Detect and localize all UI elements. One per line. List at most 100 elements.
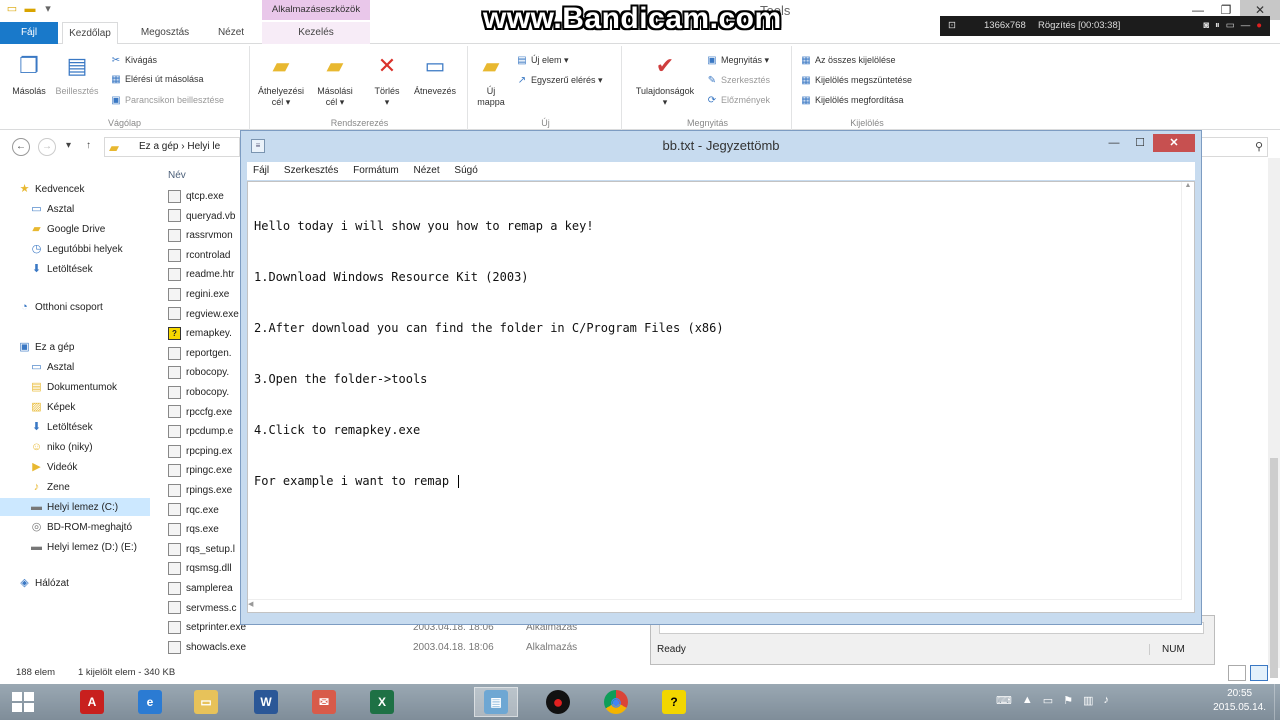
start-button[interactable]: [12, 692, 34, 712]
bandicam-minimize-icon[interactable]: —: [1241, 16, 1251, 36]
sidebar-item-helyi-lemez-d-e[interactable]: ▬ Helyi lemez (D:) (E:): [30, 538, 137, 556]
large-icons-view-icon[interactable]: [1250, 665, 1268, 681]
taskbar-app-bandicam[interactable]: ●: [536, 687, 580, 717]
battery-icon[interactable]: ▭: [1043, 694, 1053, 707]
explorer-vertical-scrollbar[interactable]: [1268, 158, 1280, 678]
taskbar-app-acrobat[interactable]: A: [70, 687, 114, 717]
taskbar-app-remapkey[interactable]: ?: [652, 687, 696, 717]
select-all-button[interactable]: ▦ Az összes kijelölése: [800, 52, 895, 68]
sidebar-item-otthoni-csoport[interactable]: ◔ Otthoni csoport: [18, 298, 103, 316]
easy-access-button[interactable]: ↗ Egyszerű elérés ▾: [516, 72, 603, 88]
camera-icon[interactable]: ⊡: [948, 16, 956, 36]
search-input[interactable]: ⚲: [1198, 137, 1268, 157]
taskbar-app-internet-explorer[interactable]: e: [128, 687, 172, 717]
edit-button[interactable]: ✎ Szerkesztés: [706, 72, 770, 88]
select-none-button[interactable]: ▦ Kijelölés megszüntetése: [800, 72, 912, 88]
invert-selection-button[interactable]: ▦ Kijelölés megfordítása: [800, 92, 903, 108]
tray-expand-icon[interactable]: ▲: [1022, 694, 1033, 707]
sidebar-item-asztal[interactable]: ▭ Asztal: [30, 358, 74, 376]
menu-format[interactable]: Formátum: [347, 162, 405, 180]
tab-home[interactable]: Kezdőlap: [62, 22, 118, 45]
qat-dropdown-icon[interactable]: ▾: [42, 2, 54, 16]
scrollbar-thumb[interactable]: [1270, 458, 1278, 678]
tab-manage[interactable]: Kezelés: [262, 22, 370, 44]
breadcrumb[interactable]: ▰ Ez a gép › Helyi le: [104, 137, 240, 157]
taskbar-app-chrome[interactable]: ◉: [594, 687, 638, 717]
menu-edit[interactable]: Szerkesztés: [278, 162, 344, 180]
delete-button[interactable]: ✕ Törlés ▾: [362, 50, 412, 108]
rename-button[interactable]: ▭ Átnevezés: [410, 50, 460, 97]
tab-file[interactable]: Fájl: [0, 22, 58, 44]
paste-button[interactable]: ▤ Beillesztés: [52, 50, 102, 97]
sidebar-item-hálózat[interactable]: ◈ Hálózat: [18, 574, 69, 592]
column-header-name[interactable]: Név: [168, 170, 186, 181]
pause-icon[interactable]: ⏸: [1215, 16, 1220, 36]
sidebar-item-asztal[interactable]: ▭ Asztal: [30, 200, 74, 218]
move-to-button[interactable]: ▰ Áthelyezési cél ▾: [256, 50, 306, 108]
properties-icon[interactable]: ▭: [6, 2, 18, 16]
copy-to-button[interactable]: ▰ Másolási cél ▾: [310, 50, 360, 108]
screenshot-icon[interactable]: ◙: [1203, 16, 1209, 36]
paste-shortcut-button[interactable]: ▣ Parancsikon beillesztése: [110, 92, 224, 108]
sidebar-item-letöltések[interactable]: ⬇ Letöltések: [30, 260, 93, 278]
sidebar-item-dokumentumok[interactable]: ▤ Dokumentumok: [30, 378, 117, 396]
sidebar-item-bd-rom-meghajtó[interactable]: ◎ BD-ROM-meghajtó: [30, 518, 132, 536]
disc-icon: ◎: [31, 521, 42, 533]
details-view-icon[interactable]: [1228, 665, 1246, 681]
taskbar-app-notepad[interactable]: ▤: [474, 687, 518, 717]
new-folder-icon[interactable]: ▬: [24, 2, 36, 16]
notepad-close-icon[interactable]: ✕: [1153, 134, 1195, 152]
breadcrumb-this-pc[interactable]: Ez a gép: [139, 141, 178, 152]
keyboard-icon[interactable]: ⌨: [996, 694, 1012, 707]
breadcrumb-local-disk[interactable]: Helyi le: [187, 141, 220, 152]
up-arrow-icon[interactable]: ↑: [86, 140, 91, 151]
sidebar-item-letöltések[interactable]: ⬇ Letöltések: [30, 418, 93, 436]
tab-share[interactable]: Megosztás: [132, 22, 198, 44]
taskbar-app-word[interactable]: W: [244, 687, 288, 717]
sidebar-item-zene[interactable]: ♪ Zene: [30, 478, 70, 496]
network-icon[interactable]: ▥: [1083, 694, 1093, 707]
record-icon[interactable]: ●: [1256, 16, 1262, 36]
recent-dropdown-icon[interactable]: ▾: [66, 140, 71, 151]
scroll-up-icon[interactable]: ▲: [1185, 182, 1192, 189]
properties-button[interactable]: ✔ Tulajdonságok ▾: [626, 50, 704, 108]
notepad-vertical-scrollbar[interactable]: ▲: [1181, 182, 1194, 600]
taskbar-app-mail[interactable]: ✉: [302, 687, 346, 717]
sidebar-item-niko-niky[interactable]: ☺ niko (niky): [30, 438, 93, 456]
taskbar-app-excel[interactable]: X: [360, 687, 404, 717]
sidebar-item-google-drive[interactable]: ▰ Google Drive: [30, 220, 105, 238]
folder-icon[interactable]: ▭: [1226, 16, 1235, 36]
scroll-left-icon[interactable]: ◀: [248, 601, 253, 608]
clock[interactable]: 20:55 2015.05.14.: [1213, 687, 1266, 715]
show-desktop-button[interactable]: [1274, 684, 1280, 720]
flag-icon[interactable]: ⚑: [1063, 694, 1073, 707]
volume-icon[interactable]: ♪: [1103, 694, 1109, 707]
menu-view[interactable]: Nézet: [408, 162, 446, 180]
sidebar-item-kedvencek[interactable]: ★ Kedvencek: [18, 180, 85, 198]
notepad-content[interactable]: Hello today i will show you how to remap…: [254, 184, 1174, 524]
copy-button[interactable]: ❐ Másolás: [4, 50, 54, 97]
new-item-button[interactable]: ▤ Új elem ▾: [516, 52, 568, 68]
sidebar-item-ez-a-gép[interactable]: ▣ Ez a gép: [18, 338, 74, 356]
menu-file[interactable]: Fájl: [247, 162, 275, 180]
new-folder-button[interactable]: ▰ Új mappa: [466, 50, 516, 108]
sidebar-item-legutóbbi-helyek[interactable]: ◷ Legutóbbi helyek: [30, 240, 123, 258]
back-arrow-icon[interactable]: ←: [12, 138, 30, 156]
sidebar-item-videók[interactable]: ▶ Videók: [30, 458, 77, 476]
notepad-maximize-icon[interactable]: ☐: [1127, 134, 1153, 152]
notepad-text-area[interactable]: Hello today i will show you how to remap…: [247, 181, 1195, 613]
notepad-horizontal-scrollbar[interactable]: ◀: [248, 599, 1182, 612]
path-icon: ▦: [111, 73, 121, 85]
history-button[interactable]: ⟳ Előzmények: [706, 92, 770, 108]
copy-path-button[interactable]: ▦ Elérési út másolása: [110, 71, 203, 87]
sidebar-item-képek[interactable]: ▨ Képek: [30, 398, 75, 416]
taskbar-app-file-explorer[interactable]: ▭: [184, 687, 228, 717]
sidebar-item-helyi-lemez-c[interactable]: ▬ Helyi lemez (C:): [0, 498, 150, 516]
open-button[interactable]: ▣ Megnyitás ▾: [706, 52, 769, 68]
cut-button[interactable]: ✂ Kivágás: [110, 52, 157, 68]
notepad-minimize-icon[interactable]: —: [1101, 134, 1127, 152]
file-name: showacls.exe: [186, 641, 247, 653]
tab-view[interactable]: Nézet: [208, 22, 254, 44]
menu-help[interactable]: Súgó: [448, 162, 483, 180]
forward-arrow-icon[interactable]: →: [38, 138, 56, 156]
